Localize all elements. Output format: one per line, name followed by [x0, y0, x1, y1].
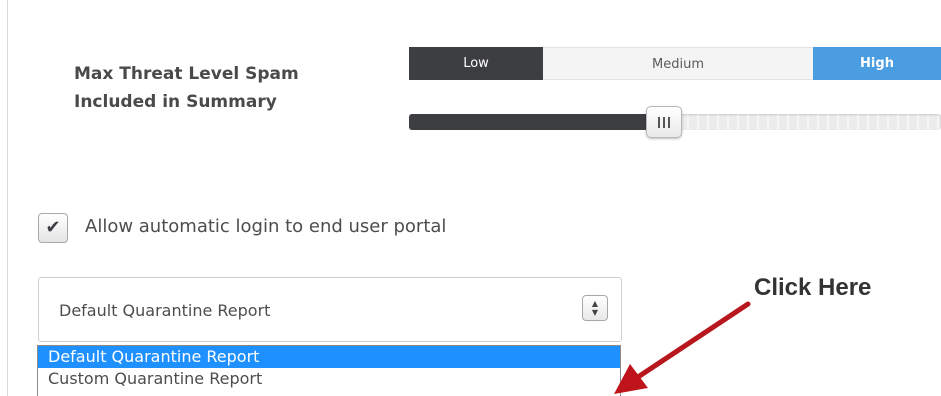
report-option-custom[interactable]: Custom Quarantine Report [38, 368, 620, 390]
auto-login-label: Allow automatic login to end user portal [85, 216, 447, 237]
report-select[interactable]: Default Quarantine Report ▲ ▼ [38, 277, 622, 342]
threat-level-slider-handle[interactable] [646, 106, 683, 138]
report-select-value: Default Quarantine Report [59, 301, 271, 320]
left-divider [7, 0, 8, 396]
threat-level-low[interactable]: Low [409, 47, 543, 80]
threat-level-label: Max Threat Level Spam Included in Summar… [74, 60, 374, 116]
threat-level-high[interactable]: High [813, 47, 941, 80]
click-here-annotation: Click Here [754, 274, 872, 301]
grip-icon [658, 116, 671, 128]
annotation-arrow-head [614, 364, 648, 394]
auto-login-checkbox[interactable]: ✔ [38, 213, 68, 243]
annotation-arrow-shaft [635, 301, 751, 380]
check-icon: ✔ [45, 217, 61, 238]
annotation-arrow [614, 301, 751, 394]
report-option-default[interactable]: Default Quarantine Report [38, 346, 620, 368]
settings-page: Max Threat Level Spam Included in Summar… [0, 0, 941, 396]
threat-level-segments: Low Medium High [409, 47, 941, 80]
threat-level-slider-fill [409, 114, 665, 130]
threat-level-label-line2: Included in Summary [74, 92, 277, 112]
report-dropdown-list: Default Quarantine Report Custom Quarant… [37, 345, 621, 396]
threat-level-medium[interactable]: Medium [543, 47, 813, 80]
threat-level-label-line1: Max Threat Level Spam [74, 64, 299, 84]
